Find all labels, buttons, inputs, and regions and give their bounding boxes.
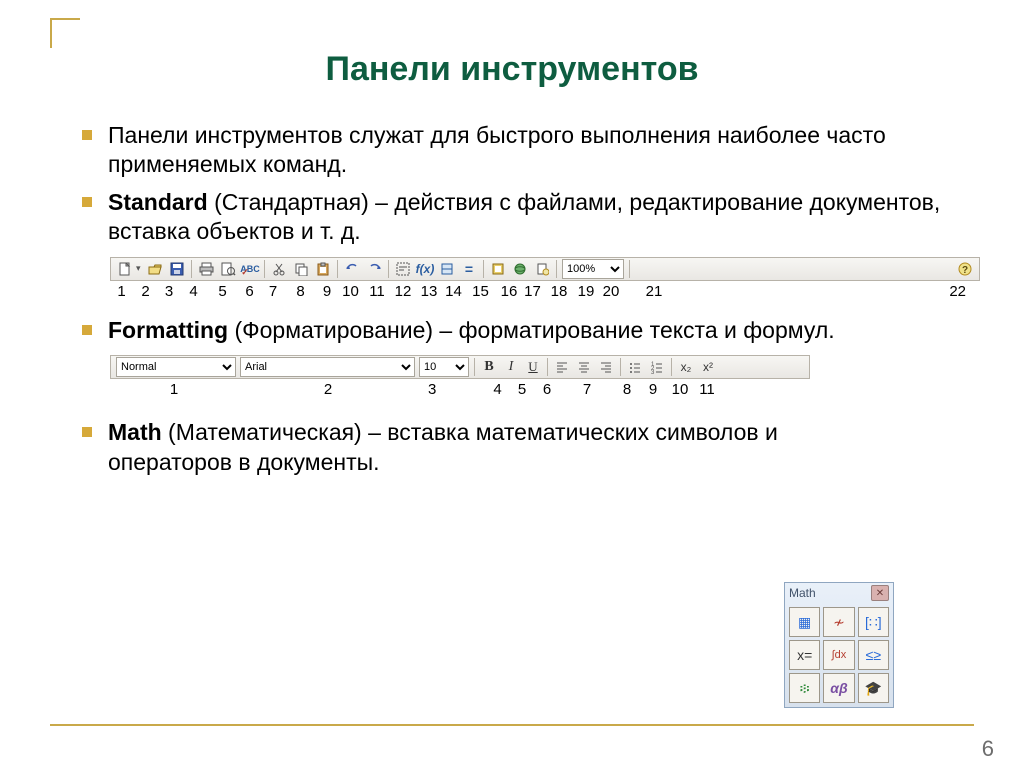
bullet-formatting-name: Formatting	[108, 317, 228, 343]
matrix-toolbar-button[interactable]: [∷]	[858, 607, 889, 637]
bullet-formatting: Formatting (Форматирование) – форматиров…	[80, 312, 964, 349]
standard-toolbar: ▾ ABC✓	[110, 257, 980, 281]
separator	[620, 358, 621, 376]
insert-unit-button[interactable]	[437, 259, 457, 279]
separator	[474, 358, 475, 376]
graph-toolbar-button[interactable]: ≁	[823, 607, 854, 637]
italic-button[interactable]: I	[501, 357, 521, 377]
formatting-toolbar-wrap: Normal Arial 10 B I U 123 x₂ x² 1 2 3 4 …	[110, 355, 974, 398]
page-number: 6	[982, 736, 994, 762]
close-icon[interactable]: ✕	[871, 585, 889, 601]
insert-reference-button[interactable]	[532, 259, 552, 279]
footer-rule	[50, 724, 974, 726]
style-select[interactable]: Normal	[116, 357, 236, 377]
zoom-select[interactable]: 100%	[562, 259, 624, 279]
redo-button[interactable]	[364, 259, 384, 279]
bullet-math-name: Math	[108, 419, 162, 445]
math-palette: Math ✕ ▦ ≁ [∷] x= ∫dx ≤≥ ፨ αβ 🎓	[784, 582, 894, 708]
calculator-toolbar-button[interactable]: ▦	[789, 607, 820, 637]
bullet-standard: Standard (Стандартная) – действия с файл…	[80, 184, 964, 251]
evaluation-toolbar-button[interactable]: x=	[789, 640, 820, 670]
separator	[388, 260, 389, 278]
bullet-intro: Панели инструментов служат для быстрого …	[80, 117, 964, 184]
formatting-toolbar-labels: 1 2 3 4 5 6 7 8 9 10 11	[110, 381, 810, 398]
separator	[191, 260, 192, 278]
svg-text:3: 3	[651, 370, 655, 374]
symbolic-toolbar-button[interactable]: 🎓	[858, 673, 889, 703]
print-preview-button[interactable]	[218, 259, 238, 279]
open-button[interactable]	[145, 259, 165, 279]
separator	[483, 260, 484, 278]
svg-text:?: ?	[962, 265, 968, 276]
formatting-toolbar: Normal Arial 10 B I U 123 x₂ x²	[110, 355, 810, 379]
save-button[interactable]	[167, 259, 187, 279]
help-button[interactable]: ?	[955, 259, 975, 279]
new-doc-button[interactable]	[115, 259, 135, 279]
fontsize-select[interactable]: 10	[419, 357, 469, 377]
paste-button[interactable]	[313, 259, 333, 279]
insert-function-button[interactable]: f(x)	[415, 259, 435, 279]
separator	[671, 358, 672, 376]
align-right-button[interactable]	[596, 357, 616, 377]
bullet-standard-text: (Стандартная) – действия с файлами, реда…	[108, 189, 940, 244]
slide-title: Панели инструментов	[50, 50, 974, 89]
insert-component-button[interactable]	[488, 259, 508, 279]
bullet-math-text: (Математическая) – вставка математически…	[108, 419, 778, 474]
separator	[547, 358, 548, 376]
decorative-corner	[50, 18, 80, 48]
print-button[interactable]	[196, 259, 216, 279]
standard-toolbar-labels: 1 2 3 4 5 6 7 8 9 10 11 12 13 14 15 16 1…	[110, 283, 974, 300]
bullet-standard-name: Standard	[108, 189, 208, 215]
numbering-button[interactable]: 123	[647, 357, 667, 377]
align-center-button[interactable]	[574, 357, 594, 377]
bold-button[interactable]: B	[479, 357, 499, 377]
separator	[556, 260, 557, 278]
greek-toolbar-button[interactable]: αβ	[823, 673, 854, 703]
superscript-button[interactable]: x²	[698, 357, 718, 377]
new-doc-dropdown[interactable]: ▾	[136, 263, 144, 274]
separator	[337, 260, 338, 278]
align-left-button[interactable]	[552, 357, 572, 377]
bullet-formatting-text: (Форматирование) – форматирование текста…	[228, 317, 835, 343]
math-palette-title: Math	[789, 586, 816, 600]
cut-button[interactable]	[269, 259, 289, 279]
insert-hyperlink-button[interactable]	[510, 259, 530, 279]
separator	[629, 260, 630, 278]
evaluate-button[interactable]: =	[459, 259, 479, 279]
subscript-button[interactable]: x₂	[676, 357, 696, 377]
calculus-toolbar-button[interactable]: ∫dx	[823, 640, 854, 670]
bullet-math: Math (Математическая) – вставка математи…	[80, 414, 964, 481]
copy-button[interactable]	[291, 259, 311, 279]
spellcheck-button[interactable]: ABC✓	[240, 259, 260, 279]
boolean-toolbar-button[interactable]: ≤≥	[858, 640, 889, 670]
separator	[264, 260, 265, 278]
undo-button[interactable]	[342, 259, 362, 279]
standard-toolbar-wrap: ▾ ABC✓	[110, 257, 974, 300]
underline-button[interactable]: U	[523, 357, 543, 377]
font-select[interactable]: Arial	[240, 357, 415, 377]
programming-toolbar-button[interactable]: ፨	[789, 673, 820, 703]
bullets-button[interactable]	[625, 357, 645, 377]
align-region-button[interactable]	[393, 259, 413, 279]
